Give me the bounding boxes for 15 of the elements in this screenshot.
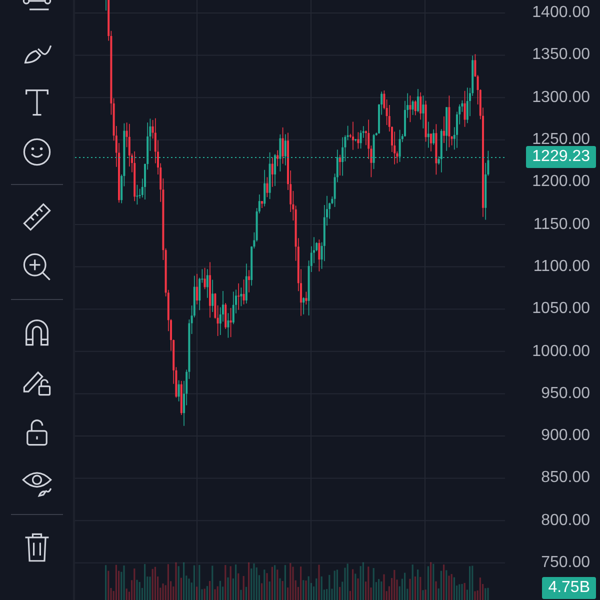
price-label: 1300.00 [532,88,590,107]
price-label: 900.00 [541,427,590,446]
price-label: 850.00 [541,469,590,488]
price-label: 1050.00 [532,300,590,318]
price-label: 950.00 [541,384,590,403]
price-label: 1100.00 [533,258,590,276]
price-label: 1400.00 [532,4,590,22]
price-label: 1350.00 [532,46,590,64]
price-label: 1150.00 [533,216,590,234]
price-label: 750.00 [541,554,590,572]
volume-label: 4.75B [542,577,596,599]
price-label: 1200.00 [532,173,590,192]
price-label: 1000.00 [532,342,590,361]
price-label: 800.00 [541,512,590,530]
current-price-label: 1229.23 [526,146,596,168]
